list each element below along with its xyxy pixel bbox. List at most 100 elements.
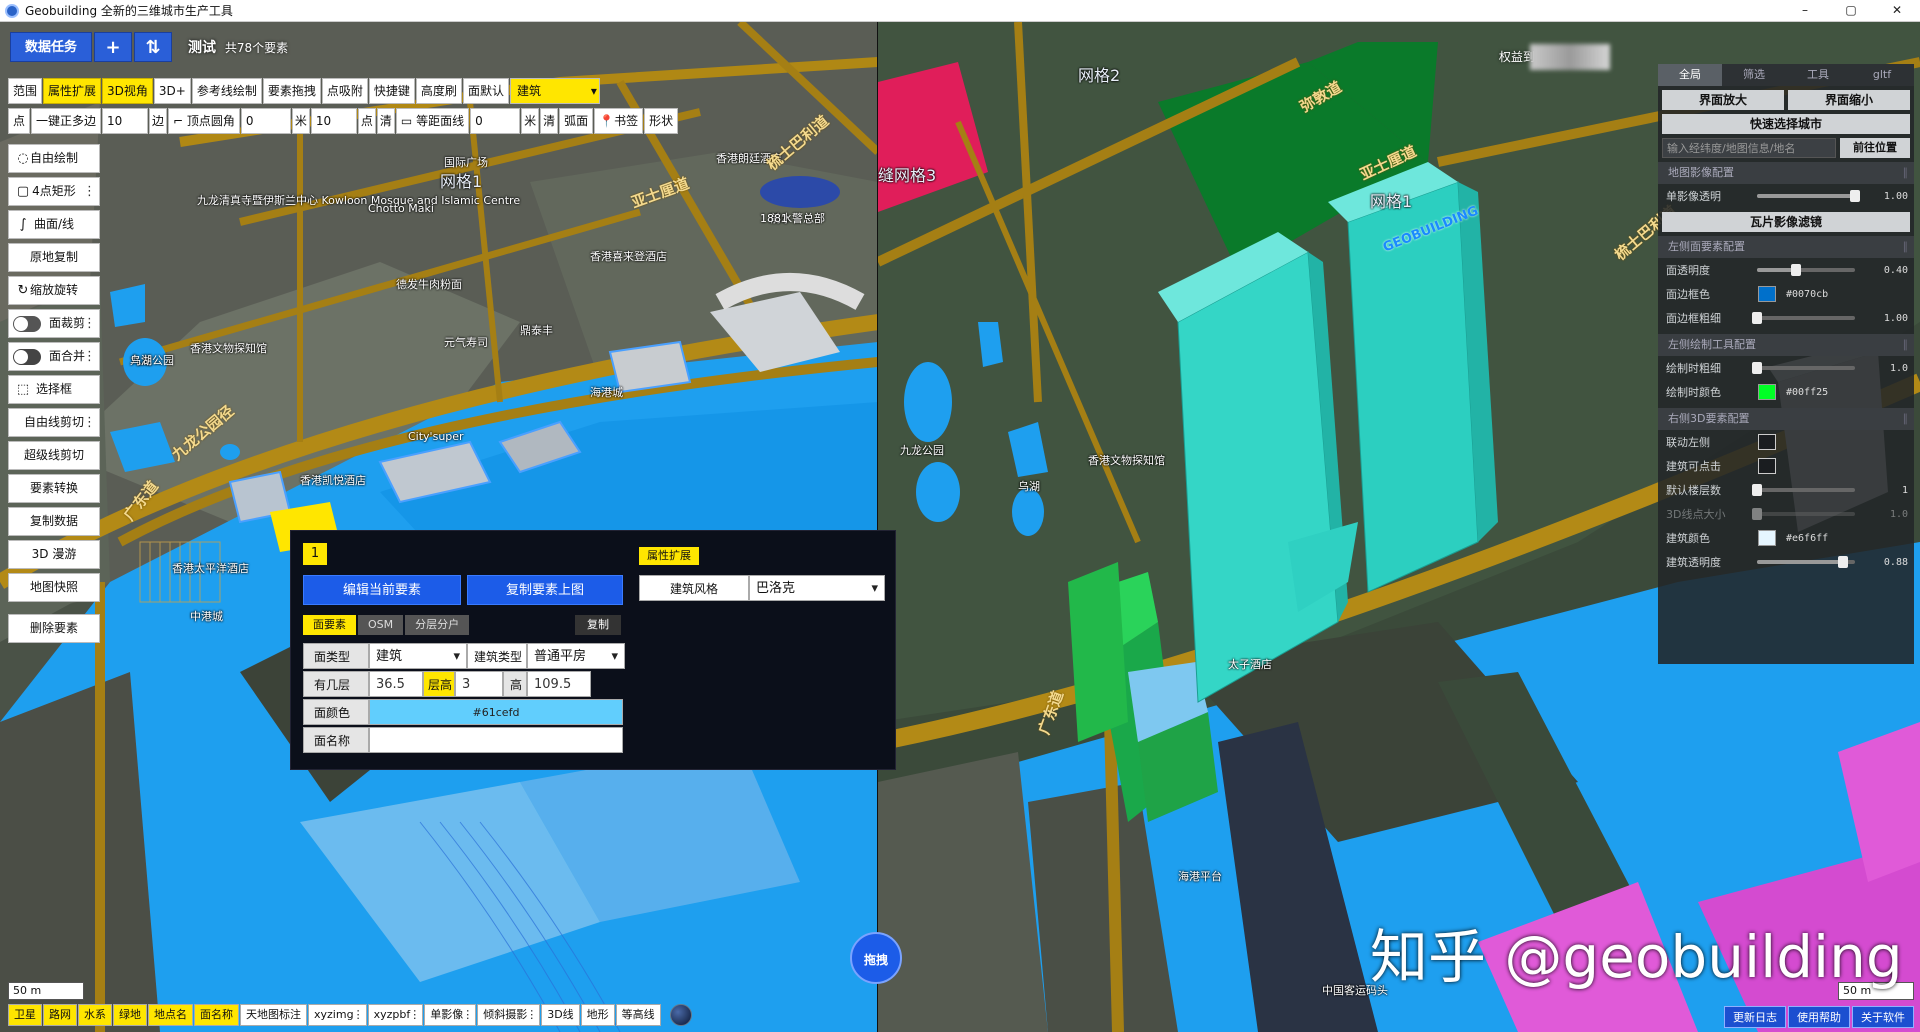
scale-rotate-button[interactable]: ↻ 缩放旋转 bbox=[8, 276, 100, 305]
tool-attr-ext[interactable]: 属性扩展 bbox=[43, 78, 102, 104]
height-input[interactable]: 109.5 bbox=[527, 671, 591, 697]
tool-face-default[interactable]: 面默认 bbox=[462, 78, 509, 104]
layer-terrain[interactable]: 地形 bbox=[580, 1004, 615, 1026]
face-type-select[interactable]: 建筑 bbox=[369, 643, 467, 669]
tool-shape[interactable]: 形状 bbox=[644, 108, 679, 134]
tab-layering[interactable]: 分层分户 bbox=[405, 615, 470, 635]
free-line-cut-button[interactable]: 自由线剪切 bbox=[8, 408, 100, 437]
goto-location-button[interactable]: 前往位置 bbox=[1840, 138, 1910, 158]
section-draw-tools[interactable]: 左侧绘制工具配置 bbox=[1658, 334, 1914, 356]
add-task-button[interactable]: + bbox=[94, 32, 133, 62]
layer-xyzimg[interactable]: xyzimg bbox=[308, 1004, 367, 1026]
copy-feature-button[interactable]: 复制要素上图 bbox=[467, 575, 623, 605]
face-default-select[interactable]: 建筑 ▾ bbox=[509, 78, 600, 104]
tool-arc[interactable]: 弧面 bbox=[559, 108, 594, 134]
globe-icon[interactable] bbox=[669, 1004, 692, 1026]
face-clip-button[interactable]: 面裁剪 bbox=[8, 309, 100, 338]
round-radius-input[interactable]: 0 bbox=[240, 108, 291, 134]
copy-in-place-button[interactable]: 原地复制 bbox=[8, 243, 100, 272]
copy-data-button[interactable]: 复制数据 bbox=[8, 507, 100, 536]
tile-filter-button[interactable]: 瓦片影像滤镜 bbox=[1662, 212, 1910, 232]
polygon-sides-input[interactable]: 10 bbox=[102, 108, 149, 134]
line-size-value[interactable]: 1.0 bbox=[1855, 509, 1908, 520]
bld-color-swatch[interactable] bbox=[1758, 530, 1776, 546]
left-2d-map[interactable]: 九龙清真寺暨伊斯兰中心 Kowloon Mosque and Islamic C… bbox=[0, 22, 878, 1032]
edit-feature-button[interactable]: 编辑当前要素 bbox=[303, 575, 461, 605]
tool-bookmark[interactable]: 📍书签 bbox=[594, 108, 644, 134]
edge-color-swatch[interactable] bbox=[1758, 286, 1776, 302]
tool-feature-drag[interactable]: 要素拖拽 bbox=[262, 78, 321, 104]
sort-task-button[interactable]: ⇅ bbox=[134, 32, 173, 62]
tab-osm[interactable]: OSM bbox=[358, 615, 404, 635]
draw-width-slider[interactable] bbox=[1751, 362, 1855, 374]
layer-single-image[interactable]: 单影像 bbox=[424, 1004, 477, 1026]
changelog-button[interactable]: 更新日志 bbox=[1724, 1006, 1786, 1028]
about-button[interactable]: 关于软件 bbox=[1852, 1006, 1914, 1028]
face-name-input[interactable] bbox=[369, 727, 623, 753]
layer-face-names[interactable]: 面名称 bbox=[194, 1004, 239, 1026]
tool-equal-offset[interactable]: ▭ 等距面线 bbox=[395, 108, 470, 134]
data-task-button[interactable]: 数据任务 bbox=[10, 32, 93, 62]
bld-color-value[interactable]: #e6f6ff bbox=[1786, 533, 1828, 544]
link-left-checkbox[interactable] bbox=[1758, 434, 1776, 450]
layer-satellite[interactable]: 卫星 bbox=[8, 1004, 42, 1026]
curve-button[interactable]: ∫ 曲面/线 bbox=[8, 210, 100, 239]
feature-convert-button[interactable]: 要素转换 bbox=[8, 474, 100, 503]
layer-green[interactable]: 绿地 bbox=[113, 1004, 147, 1026]
img-opacity-value[interactable]: 1.00 bbox=[1855, 191, 1908, 202]
default-floors-value[interactable]: 1 bbox=[1855, 485, 1908, 496]
tab-gltf[interactable]: gltf bbox=[1850, 64, 1914, 86]
ui-zoom-out-button[interactable]: 界面缩小 bbox=[1788, 90, 1910, 110]
section-left-face[interactable]: 左侧面要素配置 bbox=[1658, 236, 1914, 258]
layer-water[interactable]: 水系 bbox=[78, 1004, 112, 1026]
edge-width-slider[interactable] bbox=[1751, 312, 1855, 324]
layer-tianditu[interactable]: 天地图标注 bbox=[240, 1004, 307, 1026]
edge-width-value[interactable]: 1.00 bbox=[1855, 313, 1908, 324]
edge-color-value[interactable]: #0070cb bbox=[1786, 289, 1828, 300]
tab-global[interactable]: 全局 bbox=[1658, 64, 1722, 86]
tool-vertex-round[interactable]: ⌐ 顶点圆角 bbox=[168, 108, 240, 134]
tab-face-feature[interactable]: 面要素 bbox=[303, 615, 356, 635]
img-opacity-slider[interactable] bbox=[1756, 190, 1860, 202]
floors-input[interactable]: 36.5 bbox=[369, 671, 423, 697]
draw-color-value[interactable]: #00ff25 bbox=[1786, 387, 1828, 398]
clear-offset-button[interactable]: 清 bbox=[540, 108, 559, 134]
3d-roam-button[interactable]: 3D 漫游 bbox=[8, 540, 100, 569]
round-points-input[interactable]: 10 bbox=[310, 108, 357, 134]
tool-3d-view[interactable]: 3D视角 bbox=[102, 78, 153, 104]
delete-feature-button[interactable]: 删除要素 bbox=[8, 614, 100, 643]
offset-input[interactable]: 0 bbox=[470, 108, 521, 134]
tab-filter[interactable]: 筛选 bbox=[1722, 64, 1786, 86]
layer-roads[interactable]: 路网 bbox=[43, 1004, 77, 1026]
maximize-button[interactable]: ▢ bbox=[1828, 0, 1874, 22]
style-select[interactable]: 巴洛克 bbox=[749, 575, 885, 601]
clip-toggle[interactable] bbox=[13, 316, 41, 332]
free-draw-button[interactable]: ◌ 自由绘制 bbox=[8, 144, 100, 173]
map-snapshot-button[interactable]: 地图快照 bbox=[8, 573, 100, 602]
copy-attr-button[interactable]: 复制 bbox=[575, 615, 621, 635]
clear-round-button[interactable]: 清 bbox=[376, 108, 395, 134]
section-map-image[interactable]: 地图影像配置 bbox=[1658, 162, 1914, 184]
tool-regular-polygon[interactable]: 一键正多边 bbox=[31, 108, 102, 134]
merge-toggle[interactable] bbox=[13, 349, 41, 365]
face-color-input[interactable]: #61cefd bbox=[369, 699, 623, 725]
four-point-rect-button[interactable]: ▢ 4点矩形 bbox=[8, 177, 100, 206]
face-opacity-value[interactable]: 0.40 bbox=[1855, 265, 1908, 276]
floor-height-input[interactable]: 3 bbox=[455, 671, 503, 697]
tool-height-brush[interactable]: 高度刷 bbox=[415, 78, 462, 104]
default-floors-slider[interactable] bbox=[1751, 484, 1855, 496]
location-search-input[interactable]: 输入经纬度/地图信息/地名 bbox=[1662, 138, 1836, 158]
face-opacity-slider[interactable] bbox=[1756, 264, 1855, 276]
minimize-button[interactable]: – bbox=[1782, 0, 1828, 22]
layer-xyzpbf[interactable]: xyzpbf bbox=[367, 1004, 424, 1026]
tool-range[interactable]: 范围 bbox=[8, 78, 43, 104]
close-button[interactable]: ✕ bbox=[1874, 0, 1920, 22]
line-size-slider[interactable] bbox=[1751, 508, 1855, 520]
select-box-button[interactable]: ⬚ 选择框 bbox=[8, 375, 100, 404]
face-merge-button[interactable]: 面合并 bbox=[8, 342, 100, 371]
build-type-select[interactable]: 普通平房 bbox=[527, 643, 625, 669]
quick-city-button[interactable]: 快速选择城市 bbox=[1662, 114, 1910, 134]
draw-color-swatch[interactable] bbox=[1758, 384, 1776, 400]
layer-place-names[interactable]: 地点名 bbox=[148, 1004, 193, 1026]
bld-opacity-slider[interactable] bbox=[1756, 556, 1855, 568]
